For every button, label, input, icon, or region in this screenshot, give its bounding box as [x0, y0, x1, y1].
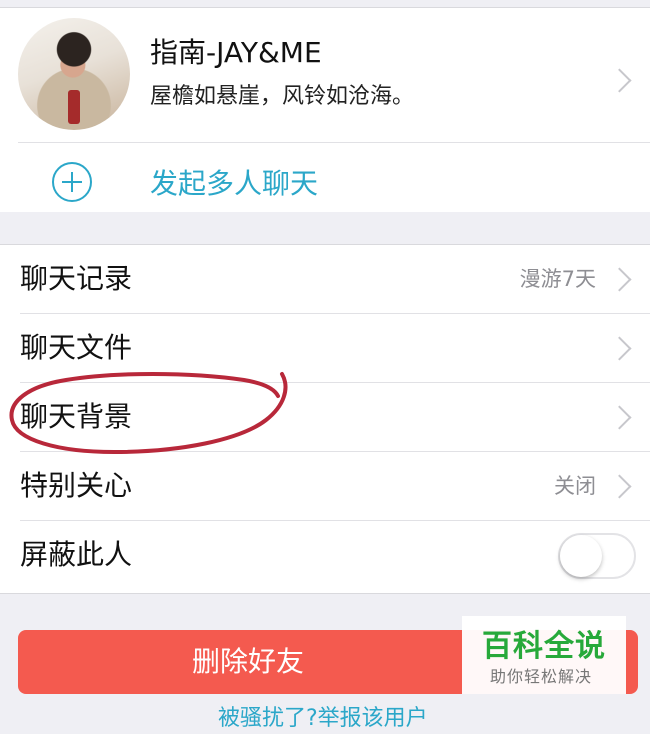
setting-row-block-user: 屏蔽此人 [0, 521, 650, 590]
setting-label: 聊天文件 [20, 331, 133, 364]
report-user-link[interactable]: 被骚扰了?举报该用户 [218, 704, 428, 734]
profile-card[interactable]: 指南-JAY&ME 屋檐如悬崖，风铃如沧海。 发起多人聊天 [0, 8, 650, 212]
profile-avatar[interactable] [18, 18, 130, 130]
setting-value: 漫游7天 [519, 267, 596, 291]
setting-label: 聊天记录 [20, 262, 133, 295]
setting-row-chat-history[interactable]: 聊天记录 漫游7天 [0, 245, 650, 314]
watermark-logo: 百科全说 助你轻松解决 [462, 616, 626, 694]
watermark-title: 百科全说 [482, 629, 606, 664]
chevron-right-icon [607, 336, 632, 361]
profile-chevron-right-icon [607, 68, 632, 93]
setting-label: 特别关心 [20, 469, 133, 502]
setting-row-chat-background[interactable]: 聊天背景 [0, 383, 650, 452]
chevron-right-icon [607, 267, 632, 292]
block-user-toggle[interactable] [558, 533, 636, 579]
setting-row-chat-files[interactable]: 聊天文件 [0, 314, 650, 383]
profile-name: 指南-JAY&ME [150, 36, 322, 69]
start-group-chat-link[interactable]: 发起多人聊天 [150, 166, 318, 202]
profile-divider [18, 142, 650, 143]
chevron-right-icon [607, 405, 632, 430]
chat-settings-list: 聊天记录 漫游7天 聊天文件 聊天背景 特别关心 关闭 屏蔽此人 [0, 244, 650, 594]
profile-motto: 屋檐如悬崖，风铃如沧海。 [150, 84, 415, 109]
top-separator [0, 0, 650, 8]
setting-label: 聊天背景 [20, 400, 133, 433]
chevron-right-icon [607, 474, 632, 499]
setting-row-special-care[interactable]: 特别关心 关闭 [0, 452, 650, 521]
add-circle-icon[interactable] [52, 162, 92, 202]
setting-value: 关闭 [554, 474, 596, 498]
toggle-knob [560, 535, 602, 577]
setting-label: 屏蔽此人 [20, 538, 133, 571]
avatar-tie-detail [68, 90, 80, 124]
watermark-subtitle: 助你轻松解决 [490, 667, 593, 686]
